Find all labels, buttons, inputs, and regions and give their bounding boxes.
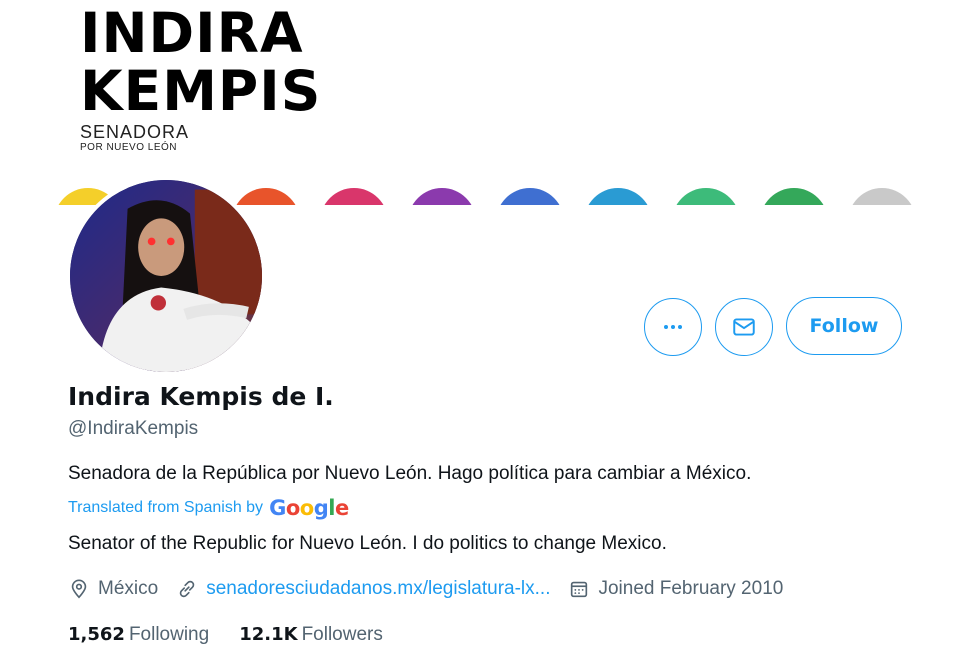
water-drops-icon	[584, 188, 652, 205]
avatar-photo	[70, 180, 262, 372]
people-heart-icon	[320, 188, 388, 205]
head-icon	[760, 188, 828, 205]
logo-line1: INDIRA	[80, 1, 304, 65]
calendar-icon	[571, 581, 588, 598]
avatar[interactable]	[66, 176, 266, 376]
profile-name: Indira Kempis de I.	[68, 382, 334, 411]
more-button[interactable]	[644, 298, 702, 356]
followers-link[interactable]: 12.1K Followers	[239, 624, 383, 646]
location-pin-icon	[71, 579, 87, 599]
following-link[interactable]: 1,562 Following	[68, 624, 209, 646]
translation-label: Translated from Spanish by	[68, 499, 264, 516]
buildings-icon	[848, 188, 916, 205]
following-label: Following	[128, 624, 210, 645]
profile-bio-translation: Senator of the Republic for Nuevo León. …	[68, 533, 667, 554]
profile-stats: 1,562 Following 12.1K Followers	[68, 624, 413, 646]
banner-logo: INDIRA KEMPIS SENADORA POR NUEVO LEÓN	[80, 4, 321, 154]
joined-item: Joined February 2010	[568, 578, 783, 600]
link-icon	[179, 580, 195, 598]
logo-subtitle-2: POR NUEVO LEÓN	[80, 142, 178, 153]
translation-notice[interactable]: Translated from Spanish by Google	[68, 496, 349, 520]
profile-handle: @IndiraKempis	[68, 418, 199, 439]
circle-of-people-icon	[672, 188, 740, 205]
location-text: México	[98, 578, 159, 599]
website-item[interactable]: senadoresciudadanos.mx/legislatura-lx...	[176, 578, 550, 600]
profile-meta: México senadoresciudadanos.mx/legislatur…	[68, 575, 801, 603]
location-item: México	[68, 578, 158, 600]
logo-subtitle: SENADORA	[80, 122, 190, 142]
following-count: 1,562	[68, 624, 125, 645]
profile-bio: Senadora de la República por Nuevo León.…	[68, 463, 752, 484]
google-logo: Google	[269, 496, 349, 520]
profile-banner[interactable]: INDIRA KEMPIS SENADORA POR NUEVO LEÓN	[0, 0, 971, 205]
blocks-icon	[496, 188, 564, 205]
mail-icon	[733, 318, 755, 336]
followers-count: 12.1K	[239, 624, 298, 645]
follow-button[interactable]: Follow	[786, 297, 902, 355]
more-icon	[664, 325, 682, 329]
raised-fist-icon	[408, 188, 476, 205]
website-link[interactable]: senadoresciudadanos.mx/legislatura-lx...	[206, 578, 550, 600]
sneaker-icon	[232, 188, 300, 205]
followers-label: Followers	[301, 624, 383, 645]
message-button[interactable]	[715, 298, 773, 356]
logo-line2: KEMPIS	[80, 59, 322, 123]
joined-text: Joined February 2010	[598, 578, 784, 599]
